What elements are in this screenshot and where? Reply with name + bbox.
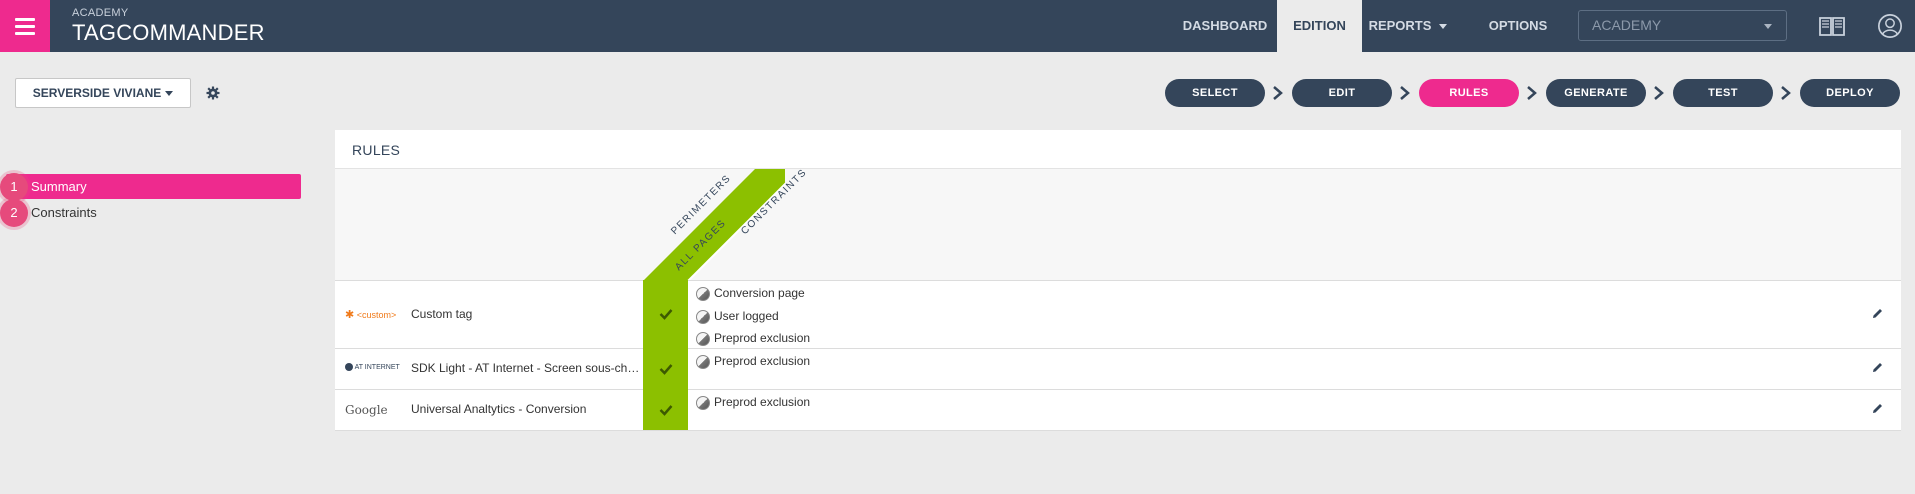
- google-logo: Google: [345, 403, 388, 417]
- book-icon[interactable]: [1818, 13, 1846, 39]
- chevron-right-icon: [1654, 86, 1664, 100]
- menu-button[interactable]: [0, 0, 50, 52]
- nav-dashboard[interactable]: DASHBOARD: [1173, 0, 1277, 52]
- tag-name[interactable]: Universal Analtytics - Conversion: [411, 402, 586, 416]
- sidebar-item-label: Summary: [31, 179, 87, 194]
- step-rules[interactable]: RULES: [1419, 79, 1519, 107]
- hamburger-icon-bar: [15, 17, 35, 21]
- nav-reports-label: REPORTS: [1368, 18, 1432, 33]
- at-internet-icon: [345, 363, 353, 371]
- chevron-right-icon: [1527, 86, 1537, 100]
- nav-options-label: OPTIONS: [1488, 18, 1548, 33]
- nav-options[interactable]: OPTIONS: [1478, 0, 1558, 52]
- check-icon[interactable]: [659, 404, 673, 416]
- constraint-label: Preprod exclusion: [714, 354, 811, 368]
- constraint-label: User logged: [714, 309, 779, 323]
- sidebar-item-label: Constraints: [31, 205, 97, 220]
- nav-reports[interactable]: REPORTS: [1362, 0, 1454, 52]
- divider: [335, 389, 1901, 390]
- constraint-label: Preprod exclusion: [714, 331, 811, 345]
- brand-subtitle: ACADEMY: [72, 7, 129, 19]
- top-navbar: ACADEMY TAGCOMMANDER DASHBOARD EDITION R…: [0, 0, 1915, 52]
- check-icon[interactable]: [659, 308, 673, 320]
- divider: [335, 348, 1901, 349]
- tag-name[interactable]: SDK Light - AT Internet - Screen sous-ch…: [411, 361, 641, 375]
- constraint-icon: [696, 354, 710, 369]
- step-test[interactable]: TEST: [1673, 79, 1773, 107]
- chevron-down-icon: [1439, 24, 1448, 30]
- hamburger-icon-bar: [15, 31, 35, 35]
- constraint-icon: [696, 395, 710, 410]
- edit-pencil-icon[interactable]: [1872, 362, 1883, 373]
- rules-panel: RULES PERIMETERS ALL PAGES CONSTRAINTS ✱…: [335, 130, 1901, 431]
- project-label: SERVERSIDE VIVIANE: [32, 86, 162, 100]
- user-icon[interactable]: [1876, 13, 1904, 39]
- step-test-label: TEST: [1708, 87, 1738, 99]
- sidebar-item-summary[interactable]: 1 Summary: [0, 173, 301, 201]
- nav-dashboard-label: DASHBOARD: [1182, 18, 1268, 33]
- at-internet-logo: AT INTERNET: [345, 363, 400, 371]
- chevron-down-icon: [165, 91, 174, 97]
- at-internet-logo-text: AT INTERNET: [354, 363, 400, 371]
- check-icon[interactable]: [659, 363, 673, 375]
- step-edit[interactable]: EDIT: [1292, 79, 1392, 107]
- custom-logo-text: <custom>: [356, 310, 397, 320]
- step-generate-label: GENERATE: [1564, 87, 1628, 99]
- constraint-label: Conversion page: [714, 286, 805, 300]
- site-select[interactable]: ACADEMY: [1578, 10, 1787, 41]
- constraint-item[interactable]: User logged: [696, 308, 779, 324]
- constraint-icon: [696, 331, 710, 346]
- panel-title: RULES: [352, 142, 401, 158]
- chevron-down-icon: [1764, 24, 1772, 29]
- hamburger-icon-bar: [15, 24, 35, 28]
- step-number-badge: 1: [0, 173, 28, 201]
- all-pages-column-header: [643, 169, 785, 281]
- constraint-item[interactable]: Preprod exclusion: [696, 353, 810, 369]
- custom-tag-logo: ✱ <custom>: [345, 308, 396, 321]
- step-edit-label: EDIT: [1328, 87, 1356, 99]
- constraint-icon: [696, 286, 710, 301]
- gear-icon[interactable]: [206, 86, 220, 100]
- step-deploy-label: DEPLOY: [1826, 87, 1874, 99]
- chevron-right-icon: [1781, 86, 1791, 100]
- constraint-item[interactable]: Preprod exclusion: [696, 394, 810, 410]
- edit-pencil-icon[interactable]: [1872, 308, 1883, 319]
- step-rules-label: RULES: [1449, 87, 1489, 99]
- tag-name[interactable]: Custom tag: [411, 307, 472, 321]
- divider: [335, 280, 1901, 281]
- chevron-right-icon: [1400, 86, 1410, 100]
- nav-edition[interactable]: EDITION: [1277, 0, 1362, 52]
- chevron-right-icon: [1273, 86, 1283, 100]
- step-deploy[interactable]: DEPLOY: [1800, 79, 1900, 107]
- project-dropdown[interactable]: SERVERSIDE VIVIANE: [15, 78, 191, 108]
- site-select-value: ACADEMY: [1592, 17, 1662, 33]
- constraint-item[interactable]: Conversion page: [696, 285, 805, 301]
- constraint-icon: [696, 309, 710, 324]
- divider: [335, 430, 1901, 431]
- matrix-header: [335, 169, 1901, 281]
- puzzle-icon: ✱: [345, 309, 355, 321]
- constraint-item[interactable]: Preprod exclusion: [696, 330, 810, 346]
- step-number-badge: 2: [0, 199, 28, 227]
- sidebar-item-constraints[interactable]: 2 Constraints: [0, 199, 301, 227]
- brand-title[interactable]: TAGCOMMANDER: [72, 20, 265, 46]
- step-select-label: SELECT: [1192, 87, 1238, 99]
- edit-pencil-icon[interactable]: [1872, 403, 1883, 414]
- nav-edition-label: EDITION: [1293, 18, 1346, 33]
- step-generate[interactable]: GENERATE: [1546, 79, 1646, 107]
- constraint-label: Preprod exclusion: [714, 395, 811, 409]
- step-select[interactable]: SELECT: [1165, 79, 1265, 107]
